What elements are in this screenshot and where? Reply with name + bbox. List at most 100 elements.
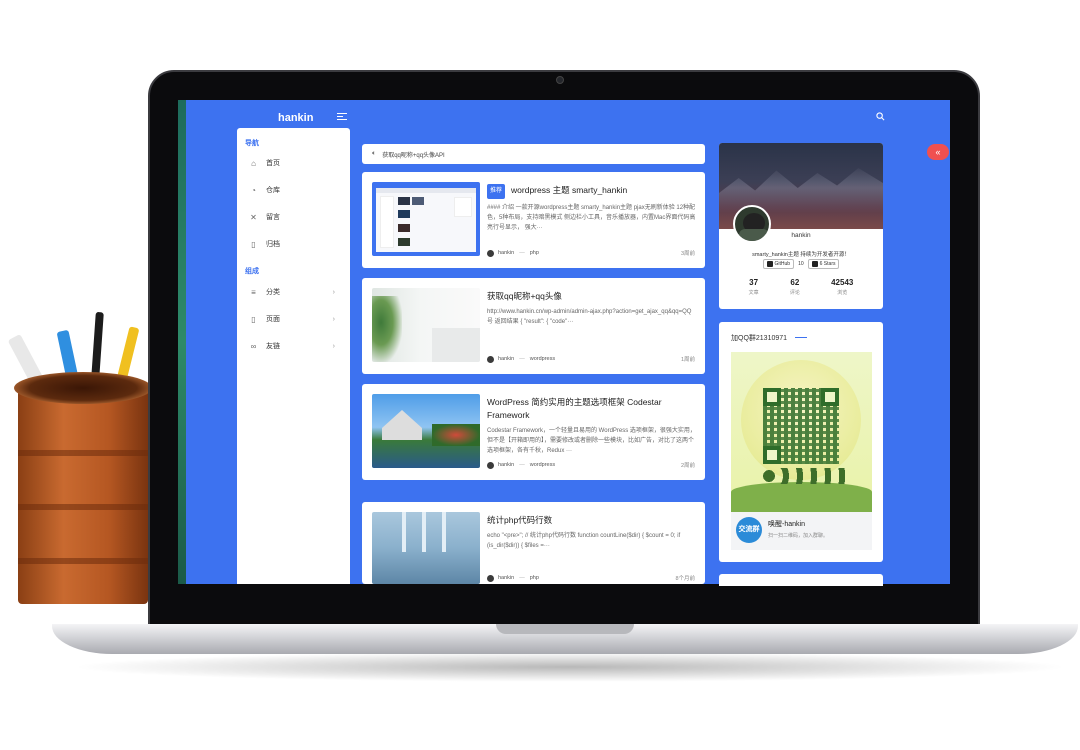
post-card[interactable]: 推荐 wordpress 主题 smarty_hankin #### 介绍 一款开… [362, 172, 705, 268]
post-category[interactable]: wordpress [530, 462, 555, 468]
menu-toggle-icon[interactable] [337, 113, 347, 121]
home-icon: ⌂ [251, 158, 256, 168]
sidebar-item-links[interactable]: ∞ 友链 › [249, 339, 345, 353]
github-icon: ◔ [251, 185, 256, 195]
post-category[interactable]: php [530, 575, 539, 581]
github-button[interactable]: GitHub [762, 259, 795, 269]
sidebar-item-label: 留言 [266, 214, 280, 221]
page-icon: ▯ [251, 314, 256, 324]
post-meta: hankin — wordpress 2周前 [487, 461, 695, 469]
temple-roof [382, 410, 422, 440]
sidebar-item-label: 归档 [266, 241, 280, 248]
post-title[interactable]: WordPress 简约实用的主题选项框架 Codestar Framework [487, 396, 697, 422]
notice-bar[interactable]: 🔈︎ 获取qq昵称+qq头像API [362, 144, 705, 164]
meta-separator: — [519, 250, 525, 256]
stage: hankin « 导航 ⌂ 首页 ◔ 仓库 ✕ 留言 ▯ 归档 组成 ≡ 分类 … [0, 0, 1080, 750]
qr-code-image[interactable] [731, 352, 872, 512]
stat-articles[interactable]: 37 文章 [749, 278, 759, 296]
author-avatar[interactable] [487, 461, 494, 469]
star-icon [811, 261, 818, 267]
sidebar-item-label: 首页 [266, 160, 280, 167]
post-category[interactable]: wordpress [530, 356, 555, 362]
sidebar-item-category[interactable]: ≡ 分类 › [249, 285, 345, 299]
stat-number: 62 [790, 278, 800, 287]
sidebar-item-pages[interactable]: ▯ 页面 › [249, 312, 345, 326]
cup-ridge [18, 504, 148, 510]
meta-separator: — [519, 575, 525, 581]
post-title[interactable]: 推荐 wordpress 主题 smarty_hankin [487, 184, 697, 199]
post-author[interactable]: hankin [498, 462, 514, 468]
sidebar-item-label: 分类 [266, 289, 280, 296]
screen-edge [178, 100, 186, 584]
post-thumbnail[interactable] [372, 182, 480, 256]
collapse-button[interactable]: « [927, 144, 949, 160]
fork-count: 10 [798, 261, 804, 267]
profile-buttons: GitHub 10 6 Stars [719, 259, 883, 269]
sidebar: 导航 ⌂ 首页 ◔ 仓库 ✕ 留言 ▯ 归档 组成 ≡ 分类 › ▯ 页面 › … [237, 128, 350, 584]
post-badge: 推荐 [487, 184, 506, 199]
group-icon: 交流群 [736, 517, 762, 543]
search-icon[interactable] [876, 112, 885, 121]
sidebar-item-label: 仓库 [266, 187, 280, 194]
screenshot-preview [376, 188, 476, 252]
stars-button[interactable]: 6 Stars [807, 259, 840, 269]
laptop-shadow [70, 652, 1070, 682]
post-thumbnail[interactable] [372, 288, 480, 362]
stat-views[interactable]: 42543 浏览 [831, 278, 853, 296]
stat-number: 37 [749, 278, 759, 287]
post-thumbnail[interactable] [372, 394, 480, 468]
notice-text: 获取qq昵称+qq头像API [382, 152, 445, 159]
post-category[interactable]: php [530, 250, 539, 256]
post-author[interactable]: hankin [498, 356, 514, 362]
sidebar-item-guestbook[interactable]: ✕ 留言 [249, 210, 345, 224]
post-time: 3周前 [680, 251, 695, 257]
post-title[interactable]: 获取qq昵称+qq头像 [487, 290, 697, 303]
group-desc: 扫一扫二维码，加入群聊。 [768, 533, 829, 539]
post-card[interactable]: 统计php代码行数 echo "<pre>"; // 统计php代码行数 fun… [362, 502, 705, 584]
sidebar-item-home[interactable]: ⌂ 首页 [249, 156, 345, 170]
chat-icon: ✕ [250, 212, 257, 222]
post-author[interactable]: hankin [498, 250, 514, 256]
sidebar-heading: 导航 [245, 140, 259, 147]
link-icon: ∞ [250, 341, 257, 351]
stat-comments[interactable]: 62 评论 [790, 278, 800, 296]
post-meta: hankin — php 8个月前 [487, 574, 695, 582]
sidebar-item-label: 页面 [266, 316, 280, 323]
trees [432, 424, 480, 446]
post-title[interactable]: 统计php代码行数 [487, 514, 697, 527]
post-meta: hankin — php 3周前 [487, 249, 695, 257]
meta-separator: — [519, 356, 525, 362]
sidebar-item-archive[interactable]: ▯ 归档 [249, 237, 345, 251]
sidebar-item-repo[interactable]: ◔ 仓库 [249, 183, 345, 197]
chevron-right-icon: › [332, 342, 335, 350]
post-card[interactable]: WordPress 简约实用的主题选项框架 Codestar Framework… [362, 384, 705, 480]
stat-label: 文章 [748, 290, 759, 296]
title-underline [795, 337, 807, 338]
post-title-text[interactable]: wordpress 主题 smarty_hankin [511, 185, 627, 195]
pencil-cup [7, 311, 152, 604]
post-card[interactable]: 获取qq昵称+qq头像 http://www.hankin.cn/wp-admi… [362, 278, 705, 374]
speaker-icon: 🔈︎ [372, 150, 377, 157]
github-label: GitHub [774, 261, 791, 267]
category-icon: ≡ [251, 287, 256, 297]
qq-group-info[interactable]: 交流群 唤醒-hankin 扫一扫二维码，加入群聊。 [731, 512, 872, 550]
stat-label: 浏览 [837, 290, 848, 296]
post-author[interactable]: hankin [498, 575, 514, 581]
post-excerpt: Codestar Framework，一个轻量且易用的 WordPress 选项… [487, 428, 696, 454]
chevron-right-icon: › [332, 288, 335, 296]
sidebar-item-label: 友链 [266, 343, 280, 350]
plant-leaves [372, 296, 402, 362]
site-brand[interactable]: hankin [278, 112, 313, 124]
group-name: 唤醒-hankin [768, 521, 805, 528]
stat-number: 42543 [831, 278, 854, 287]
post-time: 8个月前 [675, 576, 695, 582]
post-excerpt: echo "<pre>"; // 统计php代码行数 function coun… [487, 533, 681, 549]
cup-rim [14, 372, 152, 404]
author-avatar[interactable] [487, 355, 494, 363]
author-avatar[interactable] [487, 574, 494, 582]
post-time: 1周前 [680, 357, 695, 363]
cup-ridge [18, 450, 148, 456]
qr-title: 加QQ群21310971 [731, 335, 788, 342]
author-avatar[interactable] [487, 249, 494, 257]
post-thumbnail[interactable] [372, 512, 480, 584]
